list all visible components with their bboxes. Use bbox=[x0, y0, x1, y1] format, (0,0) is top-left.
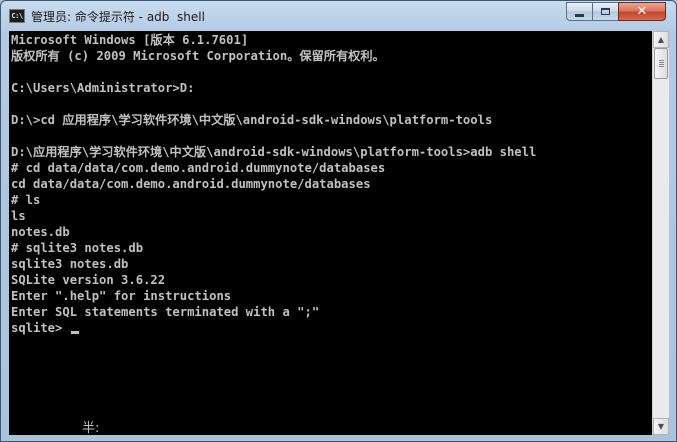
grip-line bbox=[659, 60, 664, 61]
window-title: 管理员: 命令提示符 - adb shell bbox=[31, 10, 205, 24]
console-line: notes.db bbox=[11, 225, 70, 239]
console-line: # sqlite3 notes.db bbox=[11, 241, 144, 255]
cmd-icon[interactable]: C:\ bbox=[9, 9, 25, 23]
console-line: Microsoft Windows [版本 6.1.7601] bbox=[11, 33, 249, 47]
console-line: cd data/data/com.demo.android.dummynote/… bbox=[11, 177, 371, 191]
arrow-up-icon: ▲ bbox=[657, 35, 665, 44]
grip-line bbox=[659, 62, 664, 63]
scroll-down-button[interactable]: ▼ bbox=[653, 418, 669, 435]
console-line: # ls bbox=[11, 193, 41, 207]
console-line: sqlite3 notes.db bbox=[11, 257, 129, 271]
minimize-icon bbox=[575, 13, 584, 17]
console-line: Enter SQL statements terminated with a "… bbox=[11, 305, 320, 319]
console-line: D:\>cd 应用程序\学习软件环境\中文版\android-sdk-windo… bbox=[11, 113, 493, 127]
console-line: C:\Users\Administrator>D: bbox=[11, 81, 195, 95]
scroll-up-button[interactable]: ▲ bbox=[653, 31, 669, 48]
grip-line bbox=[659, 64, 664, 65]
console-line: ls bbox=[11, 209, 26, 223]
console-output[interactable]: 半: Microsoft Windows [版本 6.1.7601] 版权所有 (… bbox=[9, 31, 652, 435]
console-line: D:\应用程序\学习软件环境\中文版\android-sdk-windows\p… bbox=[11, 145, 537, 159]
arrow-down-icon: ▼ bbox=[657, 422, 665, 431]
console-window: C:\ 管理员: 命令提示符 - adb shell ✕ 半: Microsof… bbox=[0, 0, 677, 442]
console-line: # cd data/data/com.demo.android.dummynot… bbox=[11, 161, 386, 175]
ime-status-text: 半: bbox=[82, 421, 100, 435]
minimize-button[interactable] bbox=[566, 2, 593, 21]
scrollbar-thumb[interactable] bbox=[654, 48, 668, 79]
close-icon: ✕ bbox=[636, 4, 648, 19]
grip-line bbox=[659, 66, 664, 67]
maximize-button[interactable] bbox=[592, 2, 619, 21]
vertical-scrollbar[interactable]: ▲ ▼ bbox=[652, 31, 669, 435]
text-cursor bbox=[70, 331, 79, 334]
sqlite-prompt-line: sqlite> bbox=[11, 320, 79, 336]
console-line: Enter ".help" for instructions bbox=[11, 289, 232, 303]
console-line: SQLite version 3.6.22 bbox=[11, 273, 166, 287]
console-line: 版权所有 (c) 2009 Microsoft Corporation。保留所有… bbox=[11, 49, 385, 63]
title-bar[interactable]: C:\ 管理员: 命令提示符 - adb shell ✕ bbox=[1, 1, 676, 31]
maximize-icon bbox=[601, 8, 610, 15]
close-button[interactable]: ✕ bbox=[618, 2, 666, 21]
